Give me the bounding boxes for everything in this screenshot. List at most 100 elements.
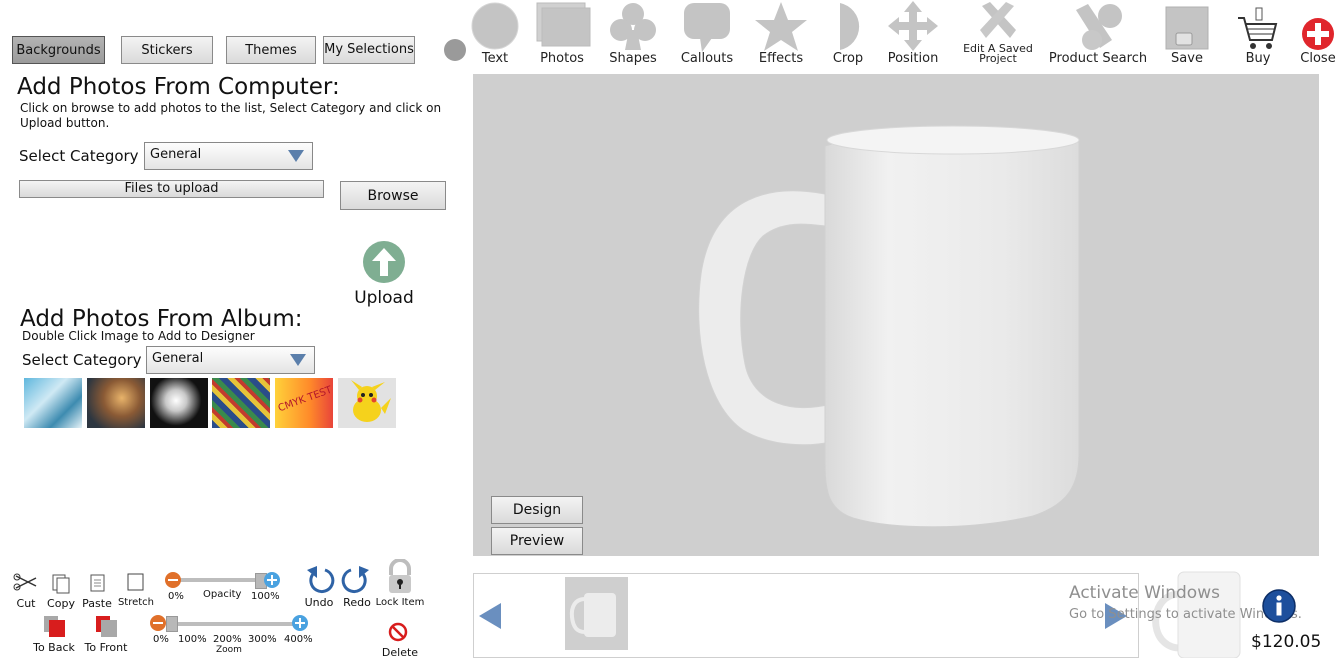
toolbar-position-label: Position xyxy=(887,51,939,66)
lock-item-label: Lock Item xyxy=(375,597,425,608)
toolbar-buy-button[interactable]: Buy xyxy=(1234,0,1282,70)
computer-category-label: Select Category xyxy=(19,147,139,165)
zoom-label: Zoom xyxy=(216,645,242,655)
album-thumbnail[interactable] xyxy=(24,378,82,428)
save-icon xyxy=(1162,0,1212,54)
toolbar-callouts-label: Callouts xyxy=(680,51,734,66)
stretch-button[interactable]: Stretch xyxy=(117,572,155,608)
mug-thumbnail-image xyxy=(569,593,616,637)
toolbar-photos-button[interactable]: Photos xyxy=(532,0,592,70)
album-thumbnail[interactable]: CMYK TEST xyxy=(275,378,333,428)
toolbar-close-button[interactable]: Close xyxy=(1296,0,1339,70)
album-thumbnail[interactable] xyxy=(212,378,270,428)
star-icon xyxy=(752,0,810,54)
move-arrows-icon xyxy=(884,0,942,54)
lock-icon xyxy=(389,558,411,593)
delete-button[interactable]: Delete xyxy=(380,621,420,659)
opacity-min-label: 0% xyxy=(168,591,184,602)
paste-label: Paste xyxy=(82,597,112,610)
toolbar-close-label: Close xyxy=(1300,51,1336,66)
toolbar-text-label: Text xyxy=(481,51,509,66)
album-thumbnail[interactable] xyxy=(150,378,208,428)
zoom-400-label: 400% xyxy=(284,634,313,645)
toolbar-shapes-button[interactable]: Shapes xyxy=(605,0,661,70)
toolbar-save-label: Save xyxy=(1171,51,1203,66)
toolbar-shapes-label: Shapes xyxy=(609,51,657,66)
album-thumbnail[interactable] xyxy=(87,378,145,428)
opacity-label: Opacity xyxy=(203,589,242,600)
to-back-button[interactable]: To Back xyxy=(30,614,78,654)
info-icon[interactable] xyxy=(1262,589,1296,623)
toolbar-position-button[interactable]: Position xyxy=(884,0,942,70)
dropdown-arrow-icon xyxy=(290,354,306,366)
design-button[interactable]: Design xyxy=(491,496,583,524)
mug-image xyxy=(698,125,1080,528)
toolbar-effects-button[interactable]: Effects xyxy=(752,0,810,70)
toolbar-edit-saved-button[interactable]: Edit A Saved Project xyxy=(960,0,1036,70)
lock-item-button[interactable]: Lock Item xyxy=(375,558,425,608)
to-front-button[interactable]: To Front xyxy=(82,614,130,654)
toolbar-dot xyxy=(444,39,466,61)
computer-instructions-1: Click on browse to add photos to the lis… xyxy=(20,101,442,115)
previous-arrow-icon[interactable] xyxy=(479,603,501,629)
toolbar-product-search-button[interactable]: Product Search xyxy=(1048,0,1148,70)
album-category-label: Select Category xyxy=(22,351,142,369)
circle-icon xyxy=(470,0,520,54)
album-category-select[interactable]: General xyxy=(146,346,315,374)
pencil-icon xyxy=(960,0,1036,44)
zoom-100-label: 100% xyxy=(178,634,207,645)
half-circle-icon xyxy=(826,0,870,54)
opacity-increase-icon[interactable] xyxy=(264,572,280,588)
tab-my-selections[interactable]: My Selections xyxy=(323,36,415,64)
files-to-upload-list[interactable]: Files to upload xyxy=(19,180,324,198)
album-subtitle: Double Click Image to Add to Designer xyxy=(22,329,255,343)
opacity-decrease-icon[interactable] xyxy=(165,572,181,588)
toolbar-save-button[interactable]: Save xyxy=(1162,0,1212,70)
delete-icon xyxy=(388,622,408,642)
design-canvas[interactable] xyxy=(473,74,1319,556)
redo-button[interactable]: Redo xyxy=(341,562,373,609)
tab-backgrounds[interactable]: Backgrounds xyxy=(12,36,105,64)
cut-button[interactable]: Cut xyxy=(12,572,40,610)
tab-themes[interactable]: Themes xyxy=(226,36,316,64)
paste-button[interactable]: Paste xyxy=(82,572,112,610)
computer-section-title: Add Photos From Computer: xyxy=(17,74,340,100)
product-thumbnail[interactable] xyxy=(565,577,628,650)
zoom-300-label: 300% xyxy=(248,634,277,645)
price-label: $120.05 xyxy=(1251,632,1322,652)
undo-button[interactable]: Undo xyxy=(303,562,335,609)
paste-icon xyxy=(90,574,105,592)
zoom-increase-icon[interactable] xyxy=(292,615,308,631)
toolbar-crop-button[interactable]: Crop xyxy=(826,0,870,70)
zoom-slider-thumb[interactable] xyxy=(166,616,178,632)
to-front-icon xyxy=(96,616,117,637)
browse-button[interactable]: Browse xyxy=(340,181,446,210)
stretch-label: Stretch xyxy=(117,597,155,608)
computer-category-select[interactable]: General xyxy=(144,142,313,170)
toolbar-callouts-button[interactable]: Callouts xyxy=(678,0,736,70)
stretch-icon xyxy=(127,573,144,591)
redo-label: Redo xyxy=(343,596,371,609)
watermark-title: Activate Windows xyxy=(1069,583,1220,603)
zoom-slider-track[interactable] xyxy=(166,622,298,626)
zoom-decrease-icon[interactable] xyxy=(150,615,166,631)
album-thumbnail[interactable] xyxy=(338,378,396,428)
toolbar-effects-label: Effects xyxy=(758,51,804,66)
upload-button[interactable]: Upload xyxy=(348,240,420,310)
photos-icon xyxy=(532,0,592,54)
to-front-label: To Front xyxy=(84,641,128,654)
toolbar-text-button[interactable]: Text xyxy=(470,0,520,70)
computer-instructions-2: Upload button. xyxy=(20,116,110,130)
redo-icon xyxy=(341,566,369,594)
opacity-max-label: 100% xyxy=(251,591,280,602)
delete-label: Delete xyxy=(381,646,419,659)
copy-button[interactable]: Copy xyxy=(46,572,76,610)
to-back-label: To Back xyxy=(33,641,75,654)
speech-bubble-icon xyxy=(678,0,736,54)
cut-label: Cut xyxy=(16,597,36,610)
preview-button[interactable]: Preview xyxy=(491,527,583,555)
zoom-0-label: 0% xyxy=(153,634,169,645)
tab-stickers[interactable]: Stickers xyxy=(121,36,213,64)
toolbar-product-search-label: Product Search xyxy=(1048,51,1148,66)
to-back-icon xyxy=(44,616,65,637)
